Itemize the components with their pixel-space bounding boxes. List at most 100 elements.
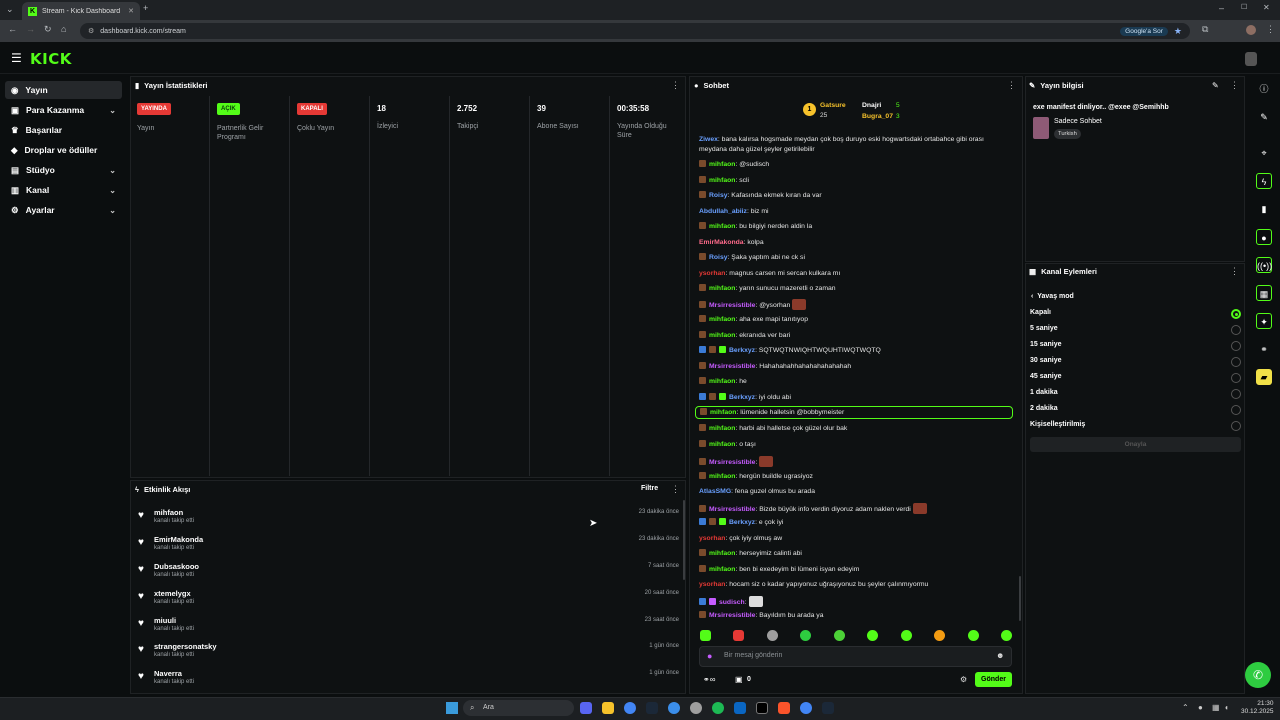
minimize-icon[interactable]: – — [1219, 3, 1224, 13]
file-explorer-icon[interactable] — [602, 702, 614, 714]
follower-name[interactable]: strangersonatsky — [154, 642, 217, 651]
user-avatar[interactable] — [1245, 52, 1257, 66]
forward-icon[interactable]: → — [26, 24, 35, 34]
slow-mode-option[interactable]: 5 saniye — [1030, 325, 1058, 332]
chat-username[interactable]: mihfaon — [710, 409, 736, 416]
windows-start-icon[interactable] — [446, 702, 458, 714]
chat-username[interactable]: sudisch — [719, 599, 745, 606]
emote-icon[interactable] — [833, 630, 845, 641]
vscode-icon[interactable] — [734, 702, 746, 714]
volume-icon[interactable]: ◖ — [1224, 703, 1229, 712]
sidebar-item-kanal[interactable]: ▥ Kanal ⌄ — [5, 181, 122, 199]
browser-tab[interactable]: K Stream - Kick Dashboard ✕ — [22, 2, 140, 20]
stream-category[interactable]: Sadece Sohbet — [1054, 118, 1102, 125]
emoji-icon[interactable]: ☻ — [996, 651, 1004, 660]
broadcast-icon[interactable]: ((•)) — [1256, 257, 1272, 273]
clock[interactable]: 21:30 30.12.2025 — [1241, 700, 1274, 716]
slow-mode-option[interactable]: 15 saniye — [1030, 341, 1062, 348]
profile-avatar[interactable] — [1246, 25, 1256, 35]
chat-username[interactable]: mihfaon — [709, 285, 735, 292]
url-field[interactable]: ⚙ dashboard.kick.com/stream Google'a Sor… — [80, 23, 1190, 39]
tab-list-icon[interactable]: ⌄ — [6, 4, 14, 15]
bolt-icon[interactable]: ϟ — [1256, 173, 1272, 189]
chat-username[interactable]: mihfaon — [709, 550, 735, 557]
reload-icon[interactable]: ↻ — [44, 24, 52, 35]
emote-icon[interactable] — [867, 630, 879, 641]
support-chat-icon[interactable]: ✆ — [1245, 662, 1271, 688]
emote-icon[interactable] — [934, 630, 946, 641]
chat-username[interactable]: AtlasSMG — [699, 488, 731, 495]
radio-2-dakika[interactable] — [1231, 405, 1241, 415]
chrome-icon[interactable] — [800, 702, 812, 714]
chat-username[interactable]: mihfaon — [709, 378, 735, 385]
follower-name[interactable]: EmirMakonda — [154, 535, 203, 544]
sidebar-item-droplar[interactable]: ◆ Droplar ve ödüller — [5, 141, 122, 159]
stats-menu-icon[interactable]: ⋮ — [671, 80, 680, 91]
app-icon[interactable] — [756, 702, 768, 714]
radio-5-saniye[interactable] — [1231, 325, 1241, 335]
close-tab-icon[interactable]: ✕ — [128, 7, 134, 15]
chat-menu-icon[interactable]: ⋮ — [1007, 80, 1016, 91]
chat-username[interactable]: Mrsirresistible — [709, 302, 755, 309]
chat-username[interactable]: mihfaon — [709, 425, 735, 432]
slow-mode-option[interactable]: 2 dakika — [1030, 405, 1058, 412]
follower-name[interactable]: Dubsaskooo — [154, 562, 199, 571]
confirm-button[interactable]: Onayla — [1030, 437, 1241, 452]
slow-mode-option[interactable]: 45 saniye — [1030, 373, 1062, 380]
sidebar-item-para-kazanma[interactable]: ▣ Para Kazanma ⌄ — [5, 101, 122, 119]
bookmark-star-icon[interactable]: ★ — [1174, 26, 1182, 37]
back-icon[interactable]: ← — [8, 24, 17, 34]
home-icon[interactable]: ⌂ — [61, 24, 66, 34]
chat-username[interactable]: mihfaon — [709, 177, 735, 184]
follower-name[interactable]: mihfaon — [154, 508, 183, 517]
chat-username[interactable]: Berkxyz — [729, 347, 755, 354]
chat-username[interactable]: Mrsirresistible — [709, 363, 755, 370]
chat-username[interactable]: ysorhan — [699, 581, 725, 588]
maximize-icon[interactable]: ☐ — [1241, 3, 1247, 11]
sidebar-item-ayarlar[interactable]: ⚙ Ayarlar ⌄ — [5, 201, 122, 219]
emote-icon[interactable] — [1000, 630, 1012, 641]
slow-mode-option[interactable]: Kapalı — [1030, 309, 1051, 316]
emote-icon[interactable] — [967, 630, 979, 641]
sidebar-item-basarilar[interactable]: ♛ Başarılar — [5, 121, 122, 139]
info-icon[interactable]: ⓘ — [1256, 81, 1272, 97]
clapper-icon[interactable]: ▰ — [1256, 369, 1272, 385]
app-icon[interactable] — [668, 702, 680, 714]
target-icon[interactable]: ⌖ — [1256, 145, 1272, 161]
radio-45-saniye[interactable] — [1231, 373, 1241, 383]
chat-username[interactable]: mihfaon — [709, 473, 735, 480]
microphone-tray-icon[interactable]: ● — [1198, 703, 1203, 712]
chrome-icon[interactable] — [624, 702, 636, 714]
brave-icon[interactable] — [778, 702, 790, 714]
edit-icon[interactable]: ✎ — [1212, 81, 1219, 90]
steam-icon[interactable] — [646, 702, 658, 714]
close-window-icon[interactable]: ✕ — [1263, 3, 1270, 12]
follower-name[interactable]: Naverra — [154, 669, 182, 678]
chat-scrollbar[interactable] — [1019, 576, 1021, 621]
site-info-icon[interactable]: ⚙ — [88, 27, 94, 35]
category-thumbnail[interactable] — [1033, 117, 1049, 139]
emote-icon[interactable] — [766, 630, 778, 641]
chat-username[interactable]: Mrsirresistible — [709, 612, 755, 619]
chat-username[interactable]: mihfaon — [709, 566, 735, 573]
radio-kisisellestirilmis[interactable] — [1231, 421, 1241, 431]
slow-mode-option[interactable]: Kişiselleştirilmiş — [1030, 421, 1085, 428]
google-sor-button[interactable]: Google'a Sor — [1120, 26, 1168, 36]
chat-username[interactable]: mihfaon — [709, 332, 735, 339]
chat-username[interactable]: Roisy — [709, 192, 728, 199]
wrench-icon[interactable]: ✦ — [1256, 313, 1272, 329]
emote-icon[interactable] — [900, 630, 912, 641]
app-icon[interactable] — [690, 702, 702, 714]
leader-name[interactable]: Bugra_07 — [862, 113, 893, 120]
chat-username[interactable]: mihfaon — [709, 161, 735, 168]
chat-icon[interactable]: ● — [1256, 229, 1272, 245]
slow-mode-option[interactable]: 30 saniye — [1030, 357, 1062, 364]
radio-1-dakika[interactable] — [1231, 389, 1241, 399]
chat-settings-icon[interactable]: ⚙ — [960, 675, 967, 684]
browser-menu-icon[interactable]: ⋮ — [1266, 24, 1275, 35]
tray-chevron-icon[interactable]: ⌃ — [1182, 703, 1189, 712]
microphone-icon[interactable]: ● — [707, 651, 712, 661]
chat-username[interactable]: Roisy — [709, 254, 728, 261]
chat-username[interactable]: Berkxyz — [729, 394, 755, 401]
send-button[interactable]: Gönder — [975, 672, 1012, 687]
